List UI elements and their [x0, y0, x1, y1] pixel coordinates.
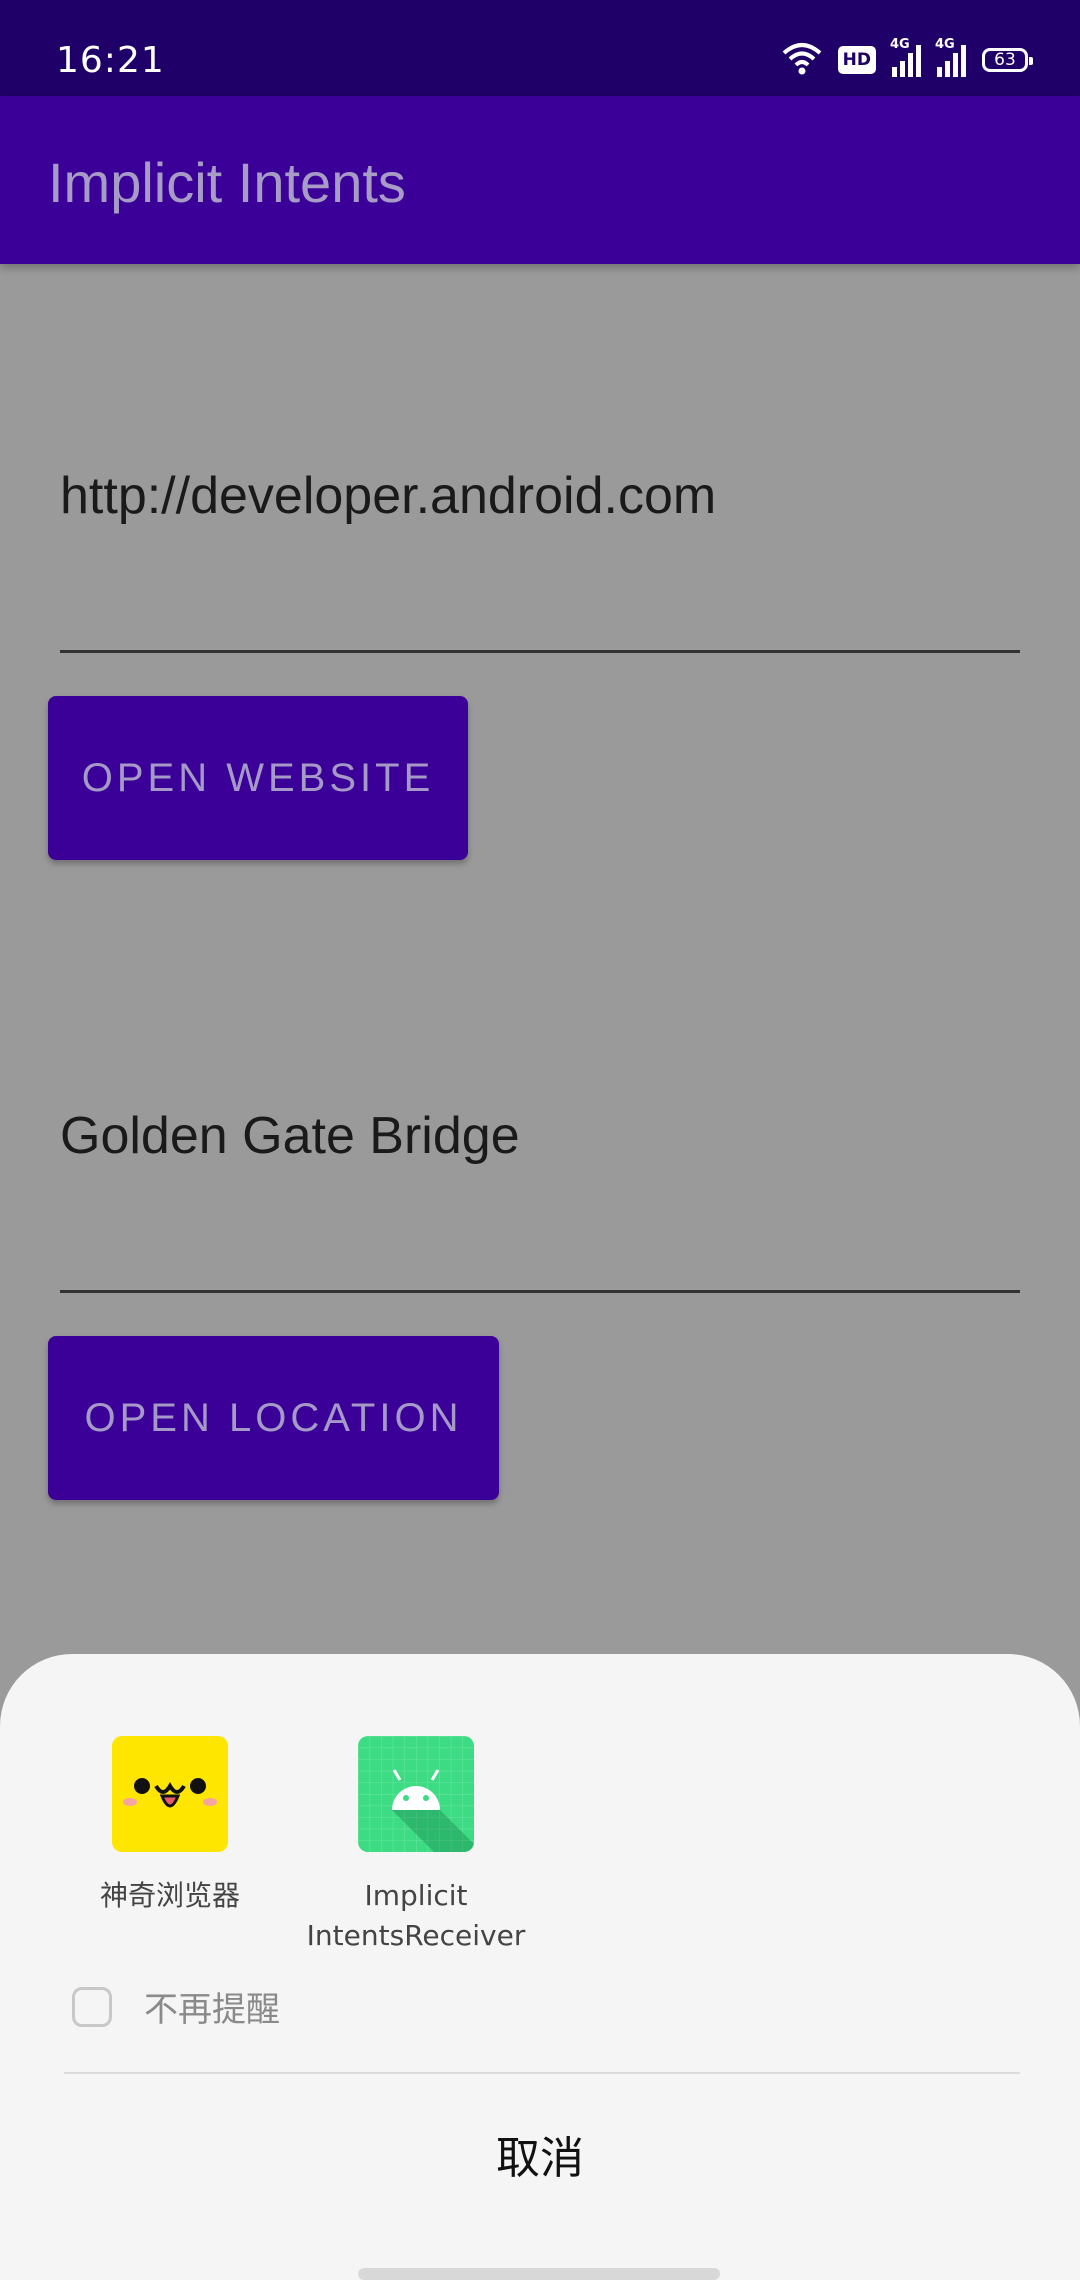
hd-icon: HD — [837, 46, 876, 74]
wifi-icon — [782, 41, 822, 79]
status-bar: 16:21 HD 4G 4G 63 — [0, 0, 1080, 96]
app-option-label-line1: Implicit — [364, 1879, 468, 1912]
location-input-underline — [60, 1290, 1020, 1293]
android-icon — [358, 1736, 474, 1852]
app-option-label-line2: IntentsReceiver — [306, 1919, 526, 1952]
open-location-button[interactable]: OPEN LOCATION — [48, 1336, 499, 1500]
signal-icon: 4G — [935, 37, 966, 77]
app-chooser-sheet: 神奇浏览器 Implicit IntentsReceiver 不再提醒 取消 — [0, 1654, 1080, 2280]
app-option-browser[interactable]: 神奇浏览器 — [60, 1736, 280, 1916]
location-input[interactable]: Golden Gate Bridge — [60, 1106, 520, 1166]
app-option-label: 神奇浏览器 — [99, 1879, 240, 1912]
website-input-underline — [60, 650, 1020, 653]
dont-remind-checkbox[interactable] — [72, 1986, 112, 2027]
app-bar: Implicit Intents — [0, 96, 1080, 264]
app-option-label: Implicit IntentsReceiver — [296, 1876, 536, 1956]
website-url-input[interactable]: http://developer.android.com — [60, 466, 716, 526]
page-title: Implicit Intents — [48, 151, 406, 214]
kawaii-face-icon — [112, 1736, 228, 1852]
network-type-label: 4G — [935, 37, 955, 52]
divider — [64, 2072, 1020, 2074]
network-type-label: 4G — [890, 37, 910, 52]
app-option-intents-receiver[interactable]: Implicit IntentsReceiver — [296, 1736, 536, 1956]
signal-icon: 4G — [890, 37, 921, 77]
dont-remind-row[interactable]: 不再提醒 — [72, 1982, 280, 2031]
battery-icon: 63 — [982, 48, 1033, 72]
home-indicator[interactable] — [358, 2268, 720, 2280]
open-website-button[interactable]: OPEN WEBSITE — [48, 696, 468, 860]
cancel-button[interactable]: 取消 — [0, 2122, 1080, 2186]
dont-remind-label: 不再提醒 — [144, 1990, 280, 2030]
status-time: 16:21 — [56, 40, 165, 81]
status-icons: HD 4G 4G 63 — [782, 37, 1033, 80]
